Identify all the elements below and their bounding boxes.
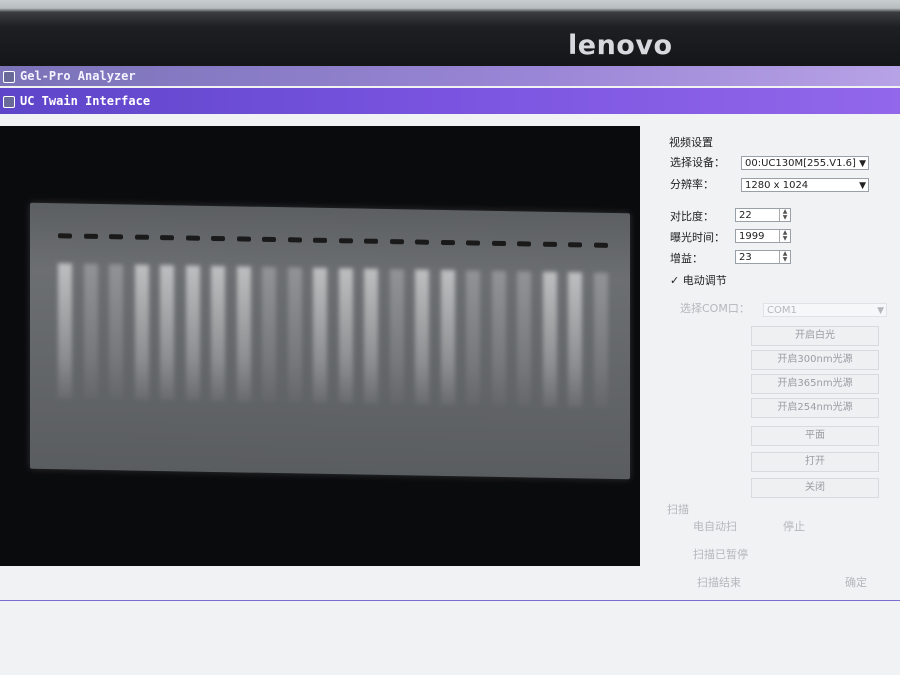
uv365-button[interactable]: 开启365nm光源	[751, 374, 879, 394]
scan-section-label: 扫描	[667, 503, 689, 516]
gel-well	[236, 236, 251, 242]
monitor-bezel: lenovo	[0, 0, 900, 68]
com-value: COM1	[767, 305, 797, 316]
gel-well	[83, 233, 98, 239]
checkbox-check-icon: ✓	[670, 274, 680, 287]
spin-arrows-icon[interactable]: ▲ ▼	[779, 251, 790, 263]
dialog-title-bar[interactable]: UC Twain Interface	[0, 88, 900, 114]
gain-input[interactable]: 23 ▲ ▼	[735, 250, 791, 264]
monitor-brand-logo: lenovo	[568, 30, 673, 61]
gel-well	[185, 235, 200, 241]
chevron-down-icon: ▼	[859, 181, 866, 191]
gel-well	[389, 239, 404, 245]
gel-lane	[491, 270, 506, 407]
device-label: 选择设备：	[670, 156, 725, 169]
exposure-label: 曝光时间：	[670, 231, 725, 244]
gel-well	[134, 234, 149, 240]
resolution-select[interactable]: 1280 x 1024 ▼	[741, 178, 869, 192]
com-label: 选择COM口：	[680, 302, 750, 315]
gain-label: 增益：	[670, 252, 703, 265]
gel-lane	[58, 263, 72, 399]
camera-preview	[0, 126, 640, 566]
resolution-value: 1280 x 1024	[745, 180, 809, 191]
gel-image	[30, 202, 630, 480]
gel-lane	[593, 272, 608, 408]
gel-well	[160, 235, 174, 241]
uv300-button[interactable]: 开启300nm光源	[751, 350, 879, 370]
gel-lane	[185, 265, 200, 401]
uv254-button[interactable]: 开启254nm光源	[751, 398, 879, 418]
scan-end-button[interactable]: 扫描结束	[697, 574, 741, 590]
gel-well	[466, 240, 480, 246]
screen-divider	[0, 600, 900, 601]
device-value: 00:UC130M[255.V1.6]	[745, 158, 856, 169]
gel-lane	[364, 268, 378, 404]
auto-adjust-label: 电动调节	[682, 274, 727, 287]
open-button[interactable]: 打开	[751, 452, 879, 472]
com-select[interactable]: COM1 ▼	[763, 303, 887, 317]
gel-lane	[83, 263, 98, 399]
dialog-icon	[3, 95, 15, 108]
gel-lane	[109, 264, 123, 400]
gel-lane	[542, 271, 557, 407]
auto-scan-stop[interactable]: 停止	[783, 518, 805, 534]
gel-well	[517, 241, 531, 247]
gel-lane	[262, 266, 276, 403]
gel-lane	[313, 267, 327, 403]
exposure-value: 1999	[739, 231, 765, 242]
gel-lane	[287, 267, 302, 403]
gel-lane	[568, 272, 582, 408]
flat-button[interactable]: 平面	[751, 426, 879, 446]
apply-button[interactable]: 确定	[845, 574, 867, 590]
group-title: 视频设置	[669, 136, 713, 149]
app-title-bar[interactable]: Gel-Pro Analyzer	[0, 66, 900, 86]
gel-well	[491, 240, 506, 247]
screen: Gel-Pro Analyzer UC Twain Interface 视频设置…	[0, 66, 900, 675]
gel-lane	[517, 271, 531, 407]
app-title: Gel-Pro Analyzer	[20, 69, 136, 83]
gel-lane	[415, 269, 429, 405]
white-light-button[interactable]: 开启白光	[751, 326, 879, 346]
gel-well	[109, 234, 123, 240]
gel-well	[364, 238, 378, 244]
resolution-label: 分辨率：	[670, 178, 714, 191]
gel-well	[58, 233, 72, 239]
gel-well	[593, 242, 608, 248]
gel-lane	[338, 268, 353, 404]
gel-well	[415, 239, 429, 245]
gel-well	[568, 242, 582, 248]
close-button[interactable]: 关闭	[751, 478, 879, 498]
gel-well	[440, 239, 455, 246]
auto-scan-label: 电自动扫	[693, 520, 737, 533]
chevron-down-icon: ▼	[877, 306, 884, 316]
gel-well	[313, 237, 327, 243]
video-settings-panel: 视频设置 选择设备： 00:UC130M[255.V1.6] ▼ 分辨率： 12…	[655, 136, 895, 606]
gel-well	[338, 238, 353, 244]
contrast-label: 对比度：	[670, 210, 714, 223]
gel-well	[262, 236, 276, 243]
gel-lane	[389, 269, 404, 405]
gel-lane	[440, 269, 455, 406]
gel-well	[287, 237, 302, 243]
contrast-input[interactable]: 22 ▲ ▼	[735, 208, 791, 222]
device-select[interactable]: 00:UC130M[255.V1.6] ▼	[741, 156, 869, 170]
gel-lane	[134, 264, 149, 400]
gain-value: 23	[739, 252, 752, 263]
gel-lane	[236, 266, 251, 402]
auto-adjust-checkbox[interactable]: ✓ 电动调节	[670, 272, 727, 288]
chevron-down-icon: ▼	[859, 159, 866, 169]
spin-arrows-icon[interactable]: ▲ ▼	[779, 230, 790, 242]
gel-well	[211, 235, 225, 242]
gel-lane	[160, 265, 174, 401]
contrast-value: 22	[739, 210, 752, 221]
exposure-input[interactable]: 1999 ▲ ▼	[735, 229, 791, 243]
dialog-title: UC Twain Interface	[20, 94, 151, 108]
spin-arrows-icon[interactable]: ▲ ▼	[779, 209, 790, 221]
gel-lane	[211, 265, 225, 402]
gel-well	[542, 241, 557, 247]
gel-lane	[466, 270, 480, 406]
scan-status: 扫描已暂停	[693, 548, 748, 561]
app-icon	[3, 70, 15, 83]
